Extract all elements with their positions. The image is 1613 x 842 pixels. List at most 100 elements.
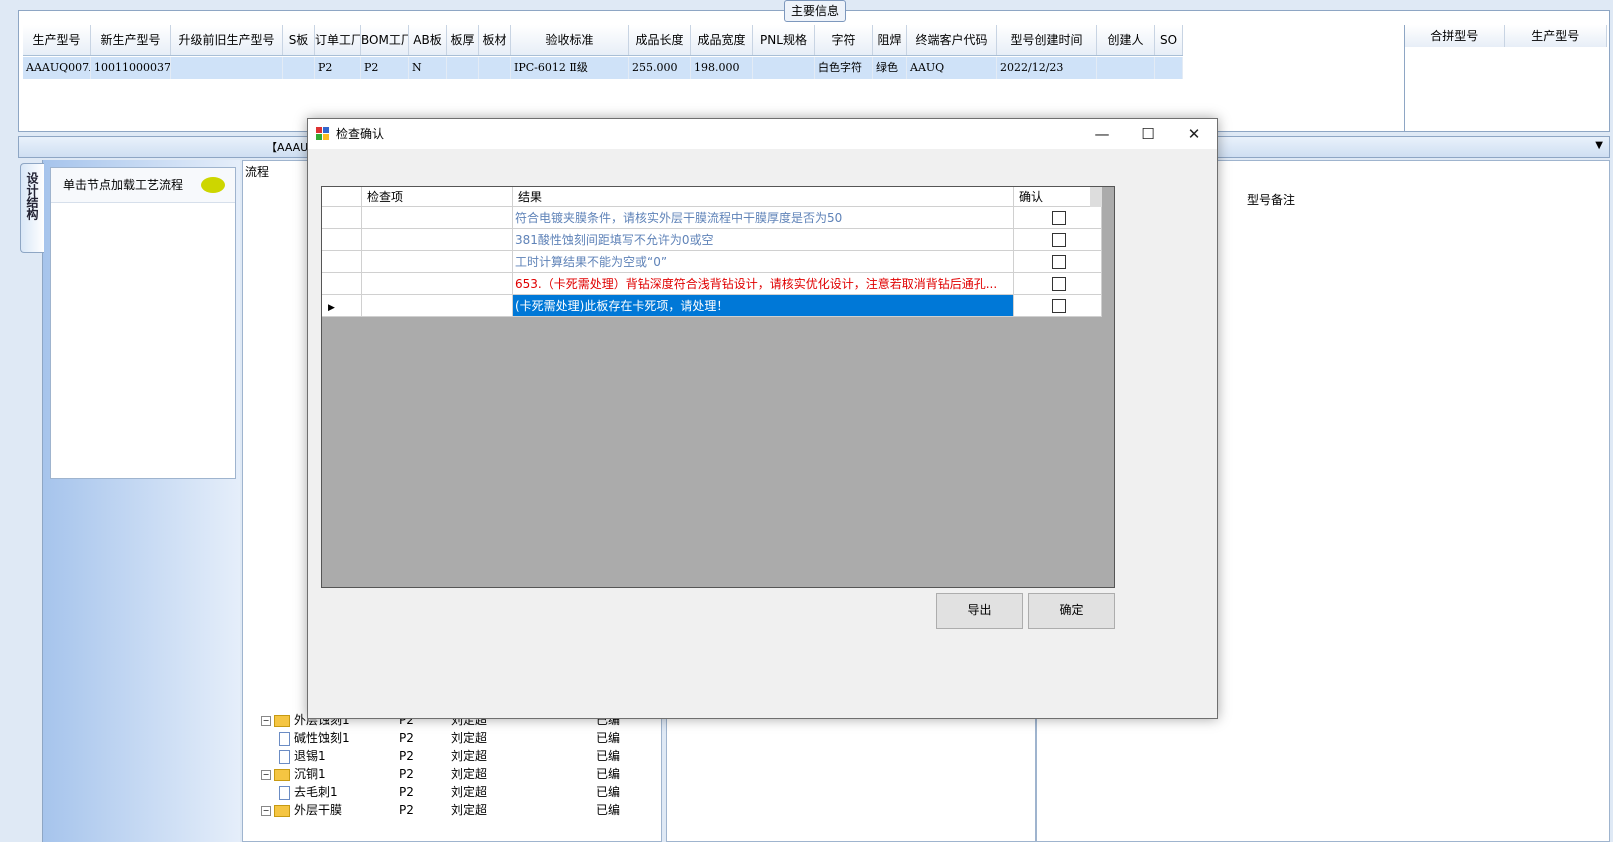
confirm-checkbox[interactable] — [1051, 211, 1066, 225]
vertical-tab[interactable]: 设计结构 — [20, 163, 44, 253]
confirm-checkbox[interactable] — [1051, 233, 1066, 247]
main-cell[interactable]: N — [409, 57, 447, 79]
row-header[interactable] — [322, 207, 362, 229]
main-col-header[interactable]: AB板 — [409, 25, 447, 55]
folder-icon — [274, 768, 290, 781]
confirm-cell[interactable] — [1014, 295, 1102, 317]
tree-node-status: 已编 — [596, 785, 621, 799]
main-col-header[interactable]: 板厚 — [447, 25, 479, 55]
main-cell[interactable]: 2022/12/23 — [997, 57, 1097, 79]
confirm-cell[interactable] — [1014, 207, 1102, 229]
main-cell[interactable]: 255.000 — [629, 57, 691, 79]
merge-col-header[interactable]: 生产型号 — [1504, 25, 1607, 47]
row-header[interactable]: ▶ — [322, 295, 362, 317]
main-cell[interactable]: 绿色 — [873, 57, 907, 79]
confirm-checkbox[interactable] — [1051, 255, 1066, 269]
col-header-confirm[interactable]: 确认 — [1014, 187, 1102, 207]
main-col-header[interactable]: BOM工厂 — [361, 25, 409, 55]
confirm-cell[interactable] — [1014, 251, 1102, 273]
main-col-header[interactable]: SO — [1155, 25, 1183, 55]
export-button[interactable]: 导出 — [936, 593, 1023, 629]
main-cell[interactable] — [283, 57, 315, 79]
check-row[interactable]: ▶ (卡死需处理)此板存在卡死项，请处理！ — [322, 295, 1102, 317]
main-col-header[interactable]: 型号创建时间 — [997, 25, 1097, 55]
lower-tab[interactable]: 【AAAU — [266, 139, 308, 155]
check-row[interactable]: 符合电镀夹膜条件，请核实外层干膜流程中干膜厚度是否为50 — [322, 207, 1102, 229]
check-result-cell[interactable]: 653.（卡死需处理）背钻深度符合浅背钻设计，请核实优化设计，注意若取消背钻后通… — [513, 273, 1014, 295]
dialog-titlebar[interactable]: 检查确认 — ☐ ✕ — [308, 119, 1217, 149]
check-row[interactable]: 381酸性蚀刻间距填写不允许为0或空 — [322, 229, 1102, 251]
main-col-header[interactable]: PNL规格 — [753, 25, 815, 55]
row-header[interactable] — [322, 251, 362, 273]
confirm-cell[interactable] — [1014, 229, 1102, 251]
check-item-cell[interactable] — [362, 207, 513, 229]
check-result-cell[interactable]: 符合电镀夹膜条件，请核实外层干膜流程中干膜厚度是否为50 — [513, 207, 1014, 229]
main-col-header[interactable]: 生产型号 — [23, 25, 91, 55]
main-col-header[interactable]: S板 — [283, 25, 315, 55]
check-row[interactable]: 653.（卡死需处理）背钻深度符合浅背钻设计，请核实优化设计，注意若取消背钻后通… — [322, 273, 1102, 295]
main-col-header[interactable]: 验收标准 — [511, 25, 629, 55]
tree-node[interactable]: − 沉铜1 P2 刘定超 已编 — [261, 765, 620, 784]
main-col-header[interactable]: 订单工厂 — [315, 25, 361, 55]
main-col-header[interactable]: 成品长度 — [629, 25, 691, 55]
close-icon[interactable]: ✕ — [1171, 119, 1217, 149]
main-col-header[interactable]: 终端客户代码 — [907, 25, 997, 55]
check-item-cell[interactable] — [362, 273, 513, 295]
main-cell[interactable]: 198.000 — [691, 57, 753, 79]
main-cell[interactable]: 10011000037256 — [91, 57, 171, 79]
grid-scrollbar[interactable] — [1090, 187, 1102, 207]
minimize-icon[interactable]: — — [1079, 119, 1125, 149]
main-cell[interactable]: 白色字符 — [815, 57, 873, 79]
main-col-header[interactable]: 新生产型号 — [91, 25, 171, 55]
maximize-icon[interactable]: ☐ — [1125, 119, 1171, 149]
main-cell[interactable] — [447, 57, 479, 79]
main-cell[interactable]: P2 — [315, 57, 361, 79]
check-row[interactable]: 工时计算结果不能为空或“0” — [322, 251, 1102, 273]
tree-node-label: 退锡1 — [294, 749, 326, 763]
row-header[interactable] — [322, 273, 362, 295]
tree-node[interactable]: 碱性蚀刻1 P2 刘定超 已编 — [261, 729, 620, 748]
main-cell[interactable]: AAAUQ007A0 — [23, 57, 91, 79]
main-cell[interactable] — [753, 57, 815, 79]
check-item-cell[interactable] — [362, 251, 513, 273]
check-result-cell[interactable]: 381酸性蚀刻间距填写不允许为0或空 — [513, 229, 1014, 251]
confirm-checkbox[interactable] — [1051, 277, 1066, 291]
confirm-cell[interactable] — [1014, 273, 1102, 295]
collapse-icon[interactable]: − — [261, 715, 271, 726]
collapse-icon[interactable]: − — [261, 805, 271, 816]
main-grid-row[interactable]: AAAUQ007A010011000037256P2P2NIPC-6012 Ⅱ级… — [23, 57, 1183, 79]
col-header-item[interactable]: 检查项 — [362, 187, 513, 207]
tree-node[interactable]: 退锡1 P2 刘定超 已编 — [261, 747, 620, 766]
main-grid-header: 生产型号 新生产型号 升级前旧生产型号 S板 订单工厂 BOM工厂 AB板 板厚 板材 验收标准成… — [23, 25, 1183, 56]
main-cell[interactable]: P2 — [361, 57, 409, 79]
main-col-header[interactable]: 板材 — [479, 25, 511, 55]
main-cell[interactable] — [1155, 57, 1183, 79]
main-cell[interactable] — [1097, 57, 1155, 79]
main-col-header[interactable]: 阻焊 — [873, 25, 907, 55]
confirm-checkbox[interactable] — [1051, 299, 1066, 313]
row-pointer-icon: ▶ — [328, 303, 335, 313]
check-result-cell[interactable]: 工时计算结果不能为空或“0” — [513, 251, 1014, 273]
tree-node[interactable]: 去毛刺1 P2 刘定超 已编 — [261, 783, 620, 802]
tree-node[interactable]: − 外层干膜 P2 刘定超 已编 — [261, 801, 620, 820]
check-result-cell[interactable]: (卡死需处理)此板存在卡死项，请处理！ — [513, 295, 1014, 317]
row-header[interactable] — [322, 229, 362, 251]
tree-node-factory: P2 — [399, 731, 414, 745]
tree-node-factory: P2 — [399, 785, 414, 799]
collapse-icon[interactable]: − — [261, 769, 271, 780]
dropdown-arrow-icon[interactable]: ▼ — [1595, 140, 1603, 151]
main-cell[interactable] — [479, 57, 511, 79]
main-cell[interactable]: IPC-6012 Ⅱ级 — [511, 57, 629, 79]
check-item-cell[interactable] — [362, 295, 513, 317]
main-col-header[interactable]: 升级前旧生产型号 — [171, 25, 283, 55]
main-cell[interactable]: AAUQ — [907, 57, 997, 79]
ok-button[interactable]: 确定 — [1028, 593, 1115, 629]
merge-col-header[interactable]: 合拼型号 — [1405, 25, 1505, 47]
process-card-header: 单击节点加载工艺流程 — [51, 168, 235, 203]
main-cell[interactable] — [171, 57, 283, 79]
main-col-header[interactable]: 字符 — [815, 25, 873, 55]
main-col-header[interactable]: 创建人 — [1097, 25, 1155, 55]
col-header-result[interactable]: 结果 — [513, 187, 1014, 207]
check-item-cell[interactable] — [362, 229, 513, 251]
main-col-header[interactable]: 成品宽度 — [691, 25, 753, 55]
